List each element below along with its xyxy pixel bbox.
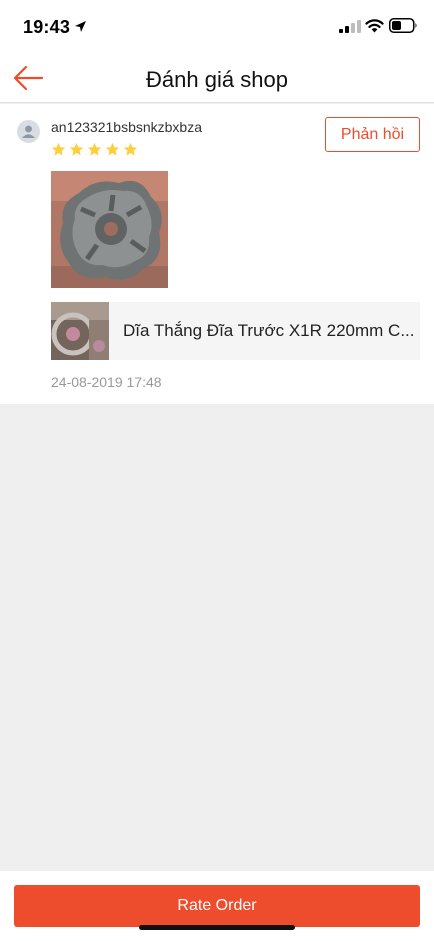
reply-button[interactable]: Phản hồi [325,117,420,152]
nav-bar: Đánh giá shop [0,54,434,103]
star-icon [105,142,120,156]
review-date: 24-08-2019 17:48 [51,374,162,390]
review-card: an123321bsbsnkzbxbza Phản hồi Dĩa Thắng … [0,104,434,404]
review-photo[interactable] [51,171,168,288]
bottom-bar: Rate Order [0,871,434,941]
reviewer-username: an123321bsbsnkzbxbza [51,119,203,135]
battery-icon [389,18,417,33]
product-thumbnail [51,302,109,360]
avatar [17,120,40,143]
status-bar: 19:43 [0,0,434,54]
wifi-icon [365,19,384,33]
product-row[interactable]: Dĩa Thắng Đĩa Trước X1R 220mm C... [51,302,420,360]
page-title: Đánh giá shop [146,67,288,92]
status-time: 19:43 [23,17,71,37]
product-name: Dĩa Thắng Đĩa Trước X1R 220mm C... [123,321,413,340]
star-icon [87,142,102,156]
star-rating [51,142,138,158]
star-icon [69,142,84,156]
brake-disc-photo [51,171,168,288]
star-icon [123,142,138,156]
rate-order-button[interactable]: Rate Order [14,885,420,927]
star-icon [51,142,66,156]
product-photo [51,302,109,360]
home-indicator [139,925,295,930]
cellular-signal-icon [339,20,361,33]
location-arrow-icon [75,21,86,32]
user-icon [22,125,35,138]
